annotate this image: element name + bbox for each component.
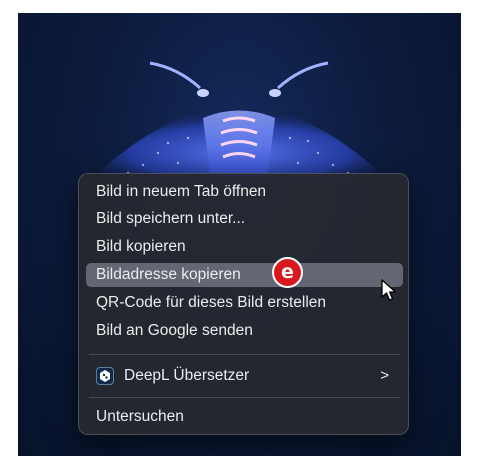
- chevron-right-icon: >: [380, 367, 389, 384]
- context-menu: Bild in neuem Tab öffnen Bild speichern …: [78, 173, 409, 435]
- menu-item-copy-image[interactable]: Bild kopieren: [86, 235, 403, 259]
- menu-item-save-image-as[interactable]: Bild speichern unter...: [86, 207, 403, 231]
- menu-separator: [89, 397, 400, 398]
- menu-item-copy-image-address[interactable]: Bildadresse kopieren: [86, 263, 403, 287]
- annotation-badge-e: e: [272, 257, 303, 288]
- menu-separator: [89, 354, 400, 355]
- menu-item-open-image-new-tab[interactable]: Bild in neuem Tab öffnen: [86, 180, 403, 204]
- deepl-icon: [96, 367, 114, 385]
- menu-item-create-qr-code[interactable]: QR-Code für dieses Bild erstellen: [86, 291, 403, 315]
- deepl-label: DeepL Übersetzer: [124, 367, 250, 384]
- menu-item-send-to-google[interactable]: Bild an Google senden: [86, 319, 403, 343]
- menu-item-inspect[interactable]: Untersuchen: [86, 405, 403, 429]
- menu-item-deepl-translator[interactable]: DeepL Übersetzer >: [86, 364, 403, 388]
- mouse-pointer-icon: [381, 279, 397, 301]
